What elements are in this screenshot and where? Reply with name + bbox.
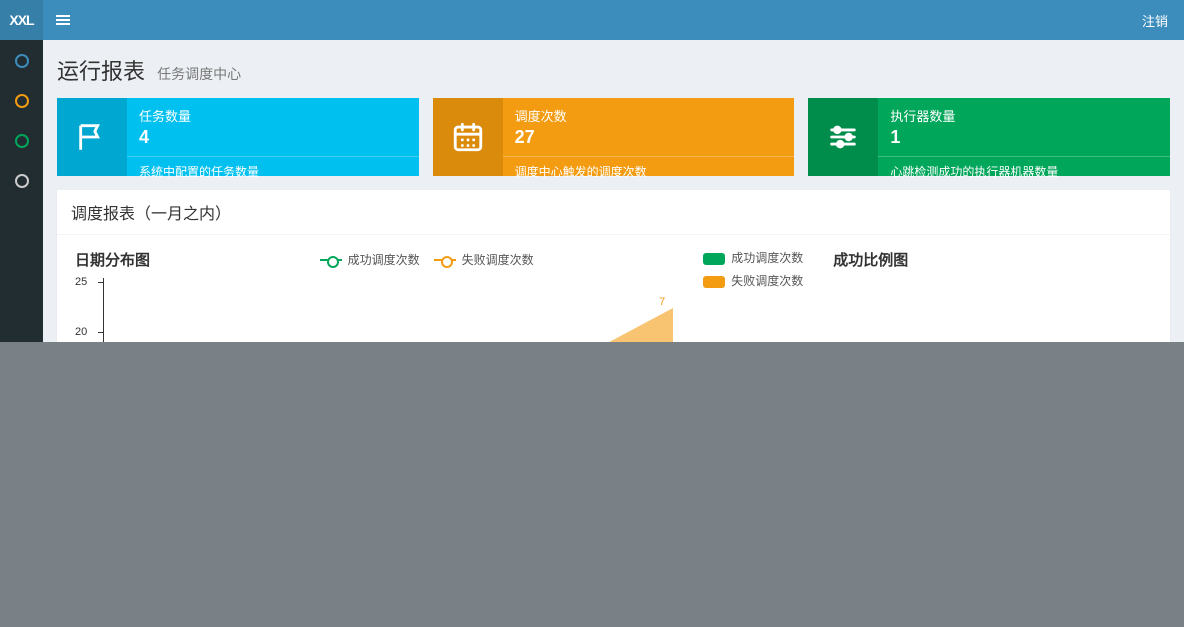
- line-legend: 成功调度次数 失败调度次数: [150, 251, 703, 268]
- sidebar-toggle[interactable]: [43, 0, 83, 40]
- page-title-text: 运行报表: [57, 59, 145, 84]
- legend-success-pie[interactable]: 成功调度次数: [703, 249, 803, 266]
- card-label: 执行器数量: [890, 106, 1158, 125]
- card-label: 任务数量: [139, 106, 407, 125]
- card-executors: 执行器数量 1 心跳检测成功的执行器机器数量: [808, 98, 1170, 176]
- card-tasks: 任务数量 4 系统中配置的任务数量: [57, 98, 419, 176]
- sidebar-item-3[interactable]: [15, 174, 29, 188]
- card-value: 1: [890, 127, 1158, 148]
- ytick-20: 20: [75, 326, 87, 338]
- page-subtitle: 任务调度中心: [157, 66, 241, 82]
- sidebar-item-1[interactable]: [15, 94, 29, 108]
- ytick-25: 25: [75, 276, 87, 288]
- page-title: 运行报表 任务调度中心: [57, 54, 1170, 86]
- legend-fail-pie[interactable]: 失败调度次数: [703, 272, 803, 289]
- card-value: 4: [139, 127, 407, 148]
- panel-title: 调度报表（一月之内）: [57, 190, 1170, 235]
- topbar: XXL 注销: [0, 0, 1184, 40]
- pie-chart-title: 成功比例图: [833, 249, 1152, 270]
- legend-fail[interactable]: 失败调度次数: [434, 251, 534, 268]
- card-desc: 系统中配置的任务数量: [127, 156, 419, 188]
- line-chart-title: 日期分布图: [75, 249, 150, 270]
- sidebar-item-2[interactable]: [15, 134, 29, 148]
- logout-link[interactable]: 注销: [1126, 0, 1184, 40]
- stat-cards: 任务数量 4 系统中配置的任务数量 调度次数 27 调度中心触发的调度次数: [57, 98, 1170, 176]
- flag-icon: [57, 98, 127, 176]
- card-desc: 调度中心触发的调度次数: [503, 156, 795, 188]
- calendar-icon: [433, 98, 503, 176]
- card-label: 调度次数: [515, 106, 783, 125]
- peak-label: 7: [659, 296, 665, 308]
- brand-logo[interactable]: XXL: [0, 0, 43, 40]
- card-desc: 心跳检测成功的执行器机器数量: [878, 156, 1170, 188]
- sidebar-item-0[interactable]: [15, 54, 29, 68]
- legend-success[interactable]: 成功调度次数: [320, 251, 420, 268]
- card-triggers: 调度次数 27 调度中心触发的调度次数: [433, 98, 795, 176]
- sliders-icon: [808, 98, 878, 176]
- bottom-overlay: [0, 342, 1184, 627]
- card-value: 27: [515, 127, 783, 148]
